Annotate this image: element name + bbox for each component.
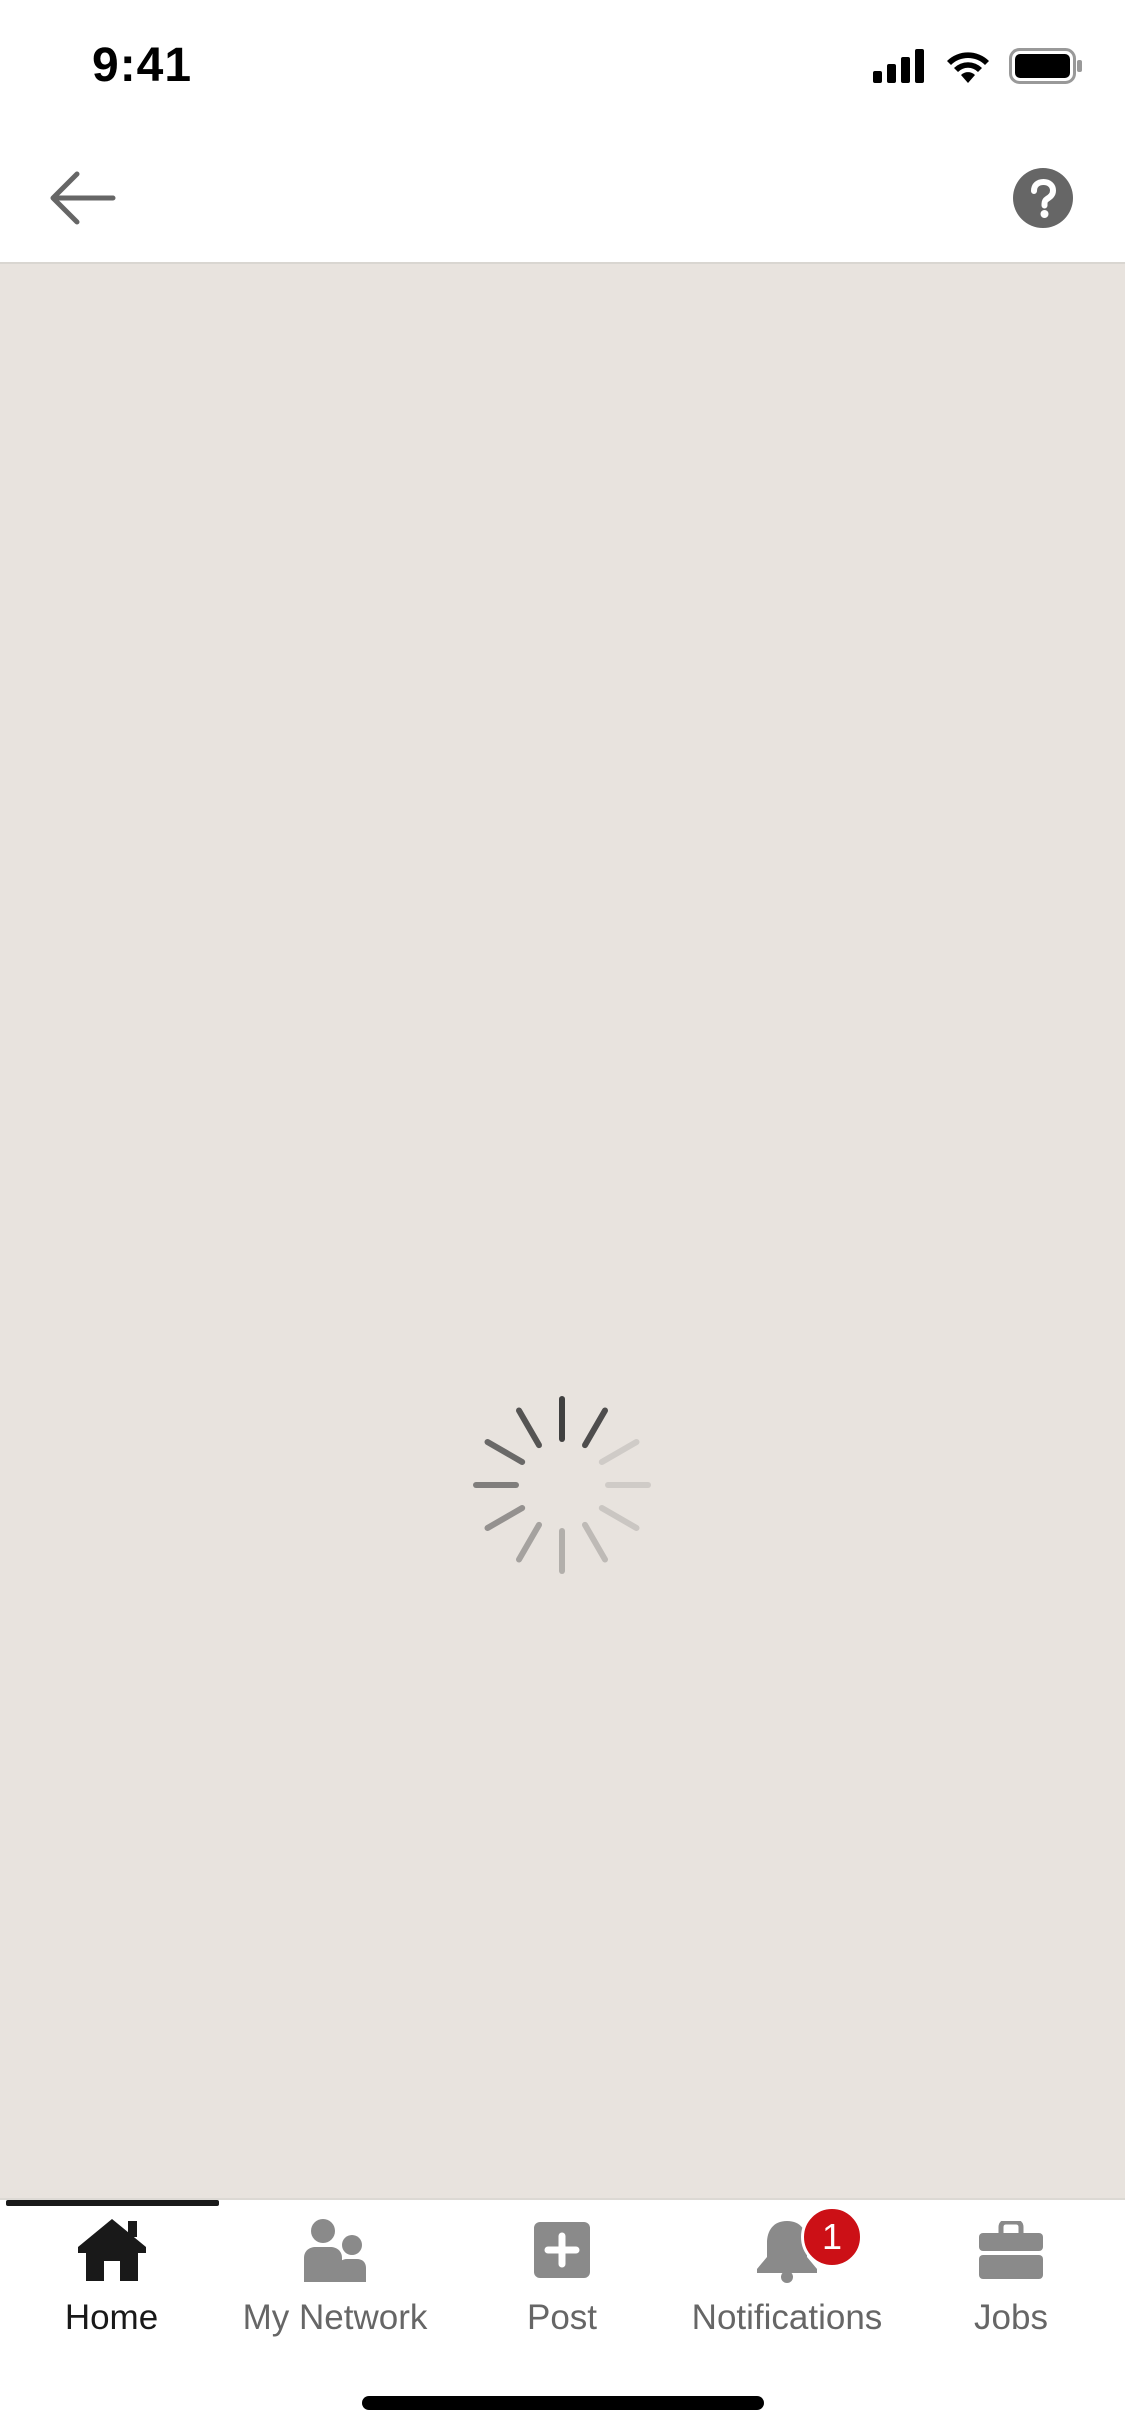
people-icon: [295, 2214, 375, 2286]
help-button[interactable]: [1013, 168, 1073, 228]
tab-my-network[interactable]: My Network: [230, 2214, 440, 2338]
tab-post[interactable]: Post: [492, 2214, 632, 2338]
home-indicator: [362, 2396, 764, 2410]
plus-square-icon: [522, 2214, 602, 2286]
arrow-left-icon: [50, 171, 116, 225]
cellular-signal-icon: [873, 49, 924, 83]
back-button[interactable]: [40, 162, 124, 234]
status-icons: [873, 48, 1083, 84]
question-circle-icon: [1013, 168, 1073, 228]
tab-label-notifications: Notifications: [691, 2298, 883, 2337]
tab-notifications[interactable]: 1 Notifications: [678, 2206, 896, 2338]
home-icon: [72, 2214, 152, 2286]
wifi-icon: [947, 52, 989, 83]
battery-icon: [1009, 48, 1082, 84]
status-time: 9:41: [92, 39, 193, 92]
content-area: [0, 264, 1125, 2198]
notification-count-badge: 1: [801, 2206, 863, 2268]
tab-label-home: Home: [64, 2298, 159, 2337]
top-nav-bar: [0, 132, 1125, 264]
app-screen: 9:41 Home My Network Post 1 Notification…: [0, 0, 1125, 2436]
tab-label-jobs: Jobs: [974, 2298, 1048, 2337]
tab-jobs[interactable]: Jobs: [941, 2214, 1081, 2338]
status-bar: 9:41: [0, 0, 1125, 132]
tab-label-post: Post: [526, 2298, 598, 2337]
briefcase-icon: [971, 2214, 1051, 2286]
tab-home[interactable]: Home: [30, 2214, 193, 2338]
tab-label-my-network: My Network: [242, 2298, 428, 2337]
active-tab-indicator: [6, 2200, 219, 2206]
bell-icon: 1: [747, 2206, 863, 2286]
activity-spinner-icon: [473, 1396, 651, 1574]
